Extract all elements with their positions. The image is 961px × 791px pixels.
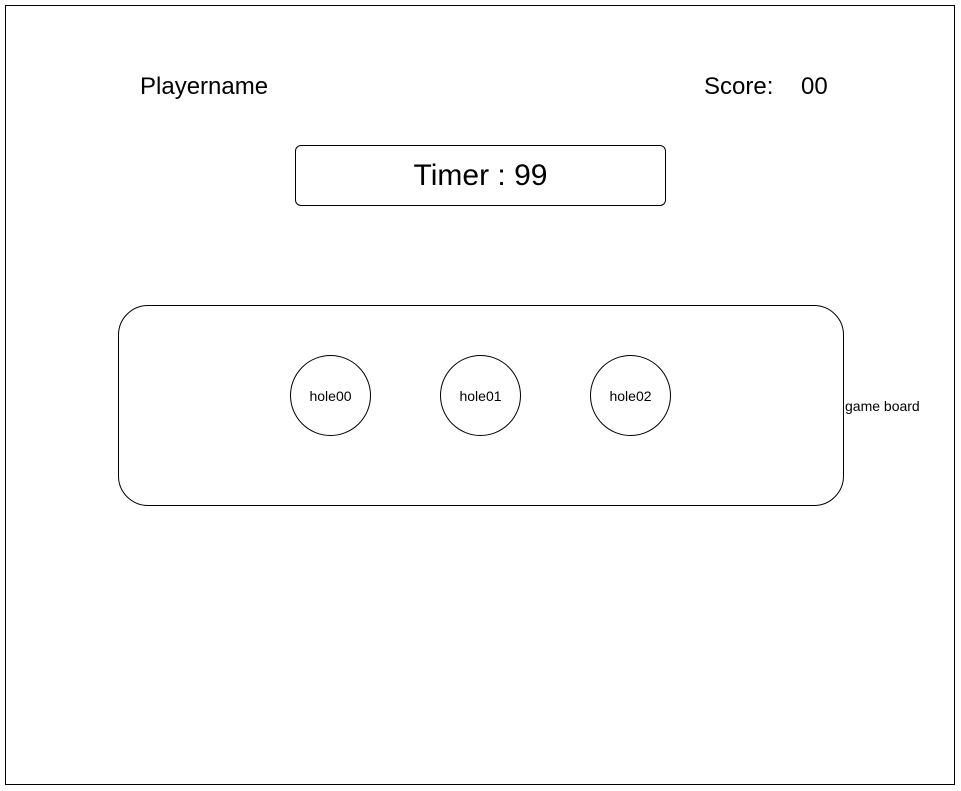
score-label: Score: — [704, 73, 774, 100]
score-value: 00 — [801, 73, 828, 100]
player-name-label: Playername — [140, 73, 269, 100]
hole-02[interactable]: hole02 — [590, 355, 671, 436]
hole-00[interactable]: hole00 — [290, 355, 371, 436]
hole-label: hole00 — [309, 387, 352, 404]
hole-label: hole01 — [459, 387, 502, 404]
hole-label: hole02 — [609, 387, 652, 404]
game-board-caption: game board — [845, 398, 920, 414]
timer-text: Timer : 99 — [413, 158, 548, 192]
timer-display: Timer : 99 — [295, 145, 666, 206]
hole-01[interactable]: hole01 — [440, 355, 521, 436]
